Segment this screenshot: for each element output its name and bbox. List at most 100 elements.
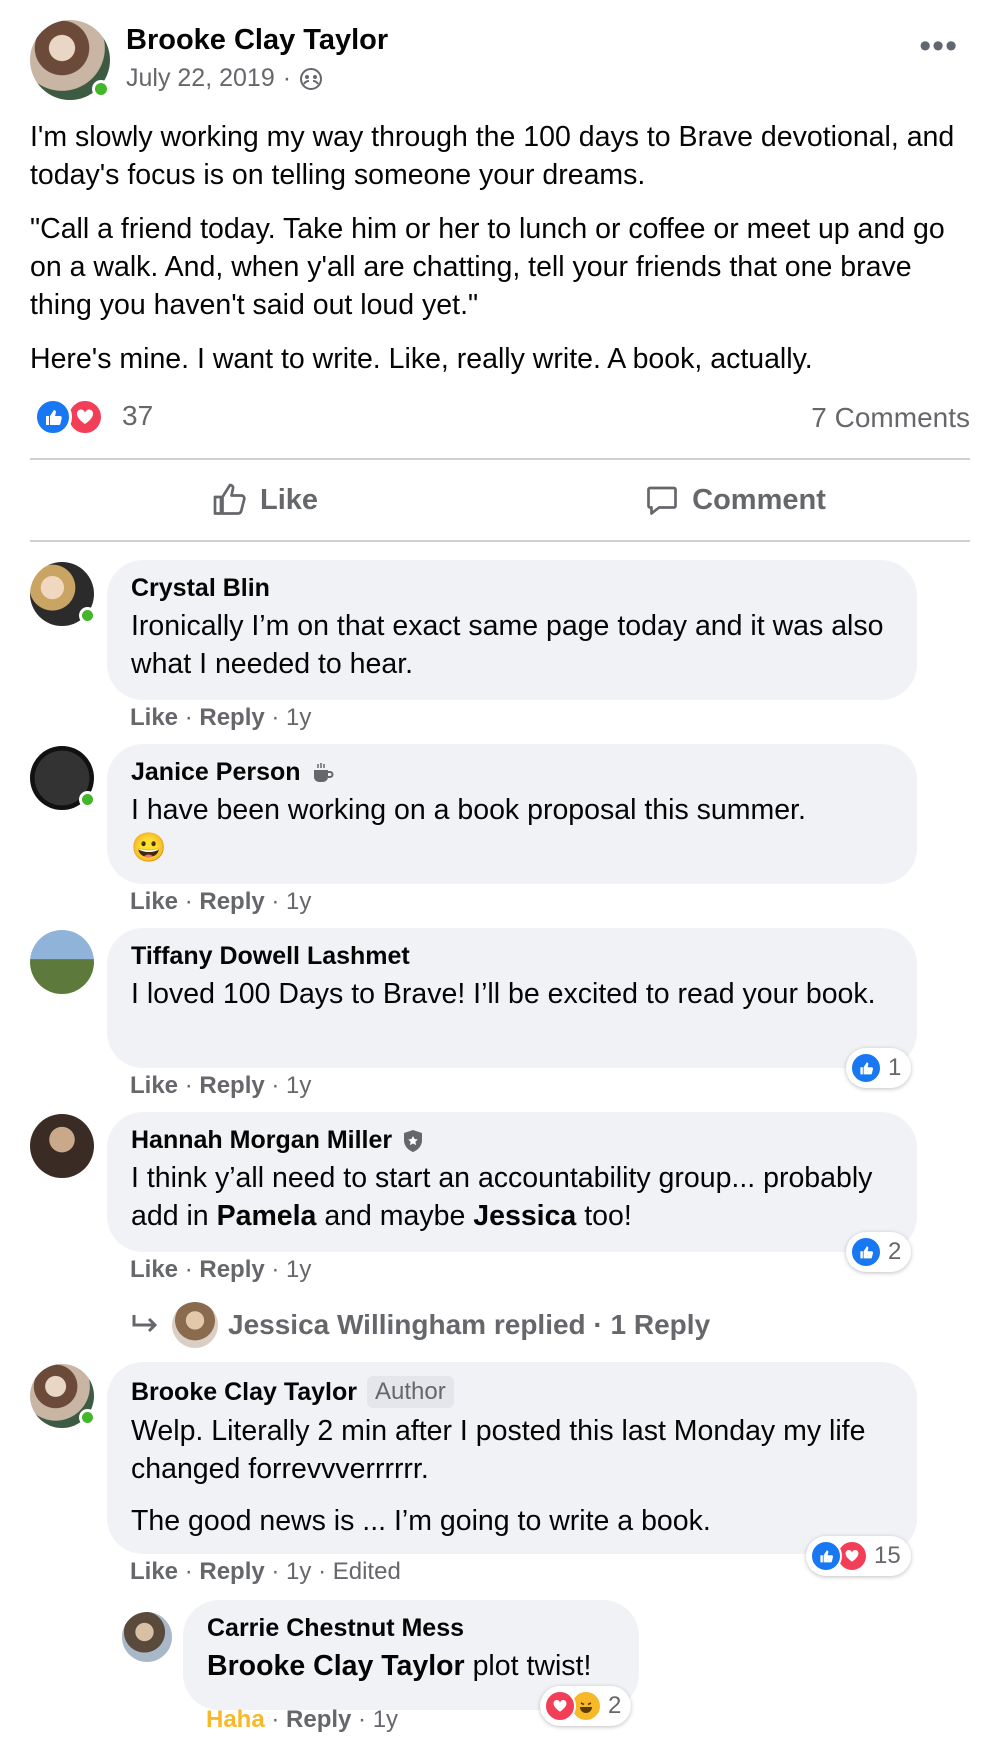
author-avatar[interactable] bbox=[30, 20, 110, 100]
post-date[interactable]: July 22, 2019 bbox=[126, 64, 275, 93]
like-reaction-icon bbox=[850, 1236, 882, 1268]
comment-bubble: Brooke Clay Taylor Author Welp. Literall… bbox=[107, 1362, 917, 1554]
audience-friends-icon[interactable] bbox=[299, 67, 323, 91]
post-paragraph: I'm slowly working my way through the 10… bbox=[30, 121, 955, 191]
view-replies-link[interactable]: Jessica Willingham replied · 1 Reply bbox=[130, 1302, 710, 1348]
comment-time[interactable]: 1y bbox=[286, 888, 311, 915]
avatar[interactable] bbox=[122, 1612, 172, 1662]
comment-reply-link[interactable]: Reply bbox=[199, 888, 264, 915]
commenter-name[interactable]: Janice Person bbox=[131, 758, 893, 787]
commenter-name[interactable]: Brooke Clay Taylor Author bbox=[131, 1376, 893, 1408]
replies-summary: Jessica Willingham replied · 1 Reply bbox=[228, 1309, 711, 1340]
post-meta: July 22, 2019 · bbox=[126, 64, 323, 93]
comment-bubble: Hannah Morgan Miller I think y’all need … bbox=[107, 1112, 917, 1252]
commenter-name[interactable]: Hannah Morgan Miller bbox=[131, 1126, 893, 1155]
avatar[interactable] bbox=[30, 562, 96, 626]
commenter-name[interactable]: Carrie Chestnut Mess bbox=[207, 1614, 615, 1643]
avatar[interactable] bbox=[172, 1302, 218, 1348]
comment-button[interactable]: Comment bbox=[500, 460, 970, 540]
like-reaction-icon bbox=[850, 1052, 882, 1084]
post-body: I'm slowly working my way through the 10… bbox=[30, 118, 970, 394]
comment-reply-link[interactable]: Reply bbox=[199, 1256, 264, 1283]
comment-actions: Like · Reply · 1y bbox=[130, 888, 312, 915]
comment-actions: Like · Reply · 1y bbox=[130, 704, 312, 731]
mention-jessica[interactable]: Jessica bbox=[473, 1200, 576, 1232]
commenter-name[interactable]: Tiffany Dowell Lashmet bbox=[131, 942, 893, 971]
comment-actions: Haha · Reply · 1y bbox=[206, 1706, 399, 1733]
comment-like-link[interactable]: Like bbox=[130, 1072, 178, 1099]
comment-reactions[interactable]: 2 bbox=[846, 1232, 912, 1272]
mention-pamela[interactable]: Pamela bbox=[217, 1200, 317, 1232]
comment-actions: Like · Reply · 1y · Edited bbox=[130, 1558, 401, 1585]
comment-text: I think y’all need to start an accountab… bbox=[131, 1162, 873, 1232]
reaction-icons[interactable] bbox=[34, 398, 104, 436]
comment-bubble: Tiffany Dowell Lashmet I loved 100 Days … bbox=[107, 928, 917, 1068]
thumbs-up-icon bbox=[213, 483, 246, 515]
online-status-icon bbox=[79, 1409, 96, 1426]
comment-text: Welp. Literally 2 min after I posted thi… bbox=[131, 1415, 866, 1485]
edited-label[interactable]: Edited bbox=[333, 1558, 401, 1585]
comment-haha-link[interactable]: Haha bbox=[206, 1706, 265, 1733]
reaction-count: 1 bbox=[888, 1054, 902, 1081]
post-header: Brooke Clay Taylor July 22, 2019 · ••• bbox=[30, 20, 970, 100]
reactions-summary: 37 7 Comments bbox=[30, 396, 970, 440]
comment-text: The good news is ... I’m going to write … bbox=[131, 1505, 711, 1537]
love-reaction-icon bbox=[544, 1690, 576, 1722]
divider bbox=[30, 540, 970, 542]
reaction-count: 15 bbox=[874, 1542, 901, 1569]
reply-arrow-icon bbox=[132, 1315, 158, 1333]
more-options-button[interactable]: ••• bbox=[919, 29, 958, 63]
like-reaction-icon bbox=[810, 1540, 842, 1572]
comment-like-link[interactable]: Like bbox=[130, 704, 178, 731]
comment-actions: Like · Reply · 1y bbox=[130, 1256, 312, 1283]
reaction-count: 2 bbox=[888, 1238, 902, 1265]
meta-separator: · bbox=[282, 64, 292, 92]
post-paragraph: "Call a friend today. Take him or her to… bbox=[30, 213, 945, 321]
comment-time[interactable]: 1y bbox=[286, 1256, 311, 1283]
comment-bubble: Crystal Blin Ironically I’m on that exac… bbox=[107, 560, 917, 700]
comment-like-link[interactable]: Like bbox=[130, 888, 178, 915]
comment-reactions[interactable]: 15 bbox=[806, 1536, 911, 1576]
comment-actions: Like · Reply · 1y bbox=[130, 1072, 312, 1099]
comments-count-link[interactable]: 7 Comments bbox=[811, 402, 970, 434]
comment-text: Brooke Clay Taylor plot twist! bbox=[207, 1650, 592, 1682]
like-button[interactable]: Like bbox=[30, 460, 500, 540]
comment-bubble-icon bbox=[647, 486, 677, 515]
online-status-icon bbox=[79, 791, 96, 808]
like-reaction-icon bbox=[34, 398, 72, 436]
coffee-cup-icon bbox=[313, 762, 333, 782]
comment-button-label: Comment bbox=[692, 483, 826, 516]
comment-reactions[interactable]: 2 bbox=[540, 1686, 632, 1726]
commenter-name[interactable]: Crystal Blin bbox=[131, 574, 893, 603]
avatar[interactable] bbox=[30, 1114, 94, 1178]
comment-time[interactable]: 1y bbox=[286, 1558, 311, 1585]
online-status-icon bbox=[79, 607, 96, 624]
author-badge: Author bbox=[367, 1376, 454, 1408]
reaction-count[interactable]: 37 bbox=[122, 400, 153, 432]
comment-reply-link[interactable]: Reply bbox=[199, 704, 264, 731]
avatar[interactable] bbox=[30, 746, 96, 810]
post-author-name[interactable]: Brooke Clay Taylor bbox=[126, 24, 388, 57]
online-status-icon bbox=[92, 80, 110, 98]
comment-text: I loved 100 Days to Brave! I’ll be excit… bbox=[131, 978, 876, 1010]
comment-time[interactable]: 1y bbox=[373, 1706, 398, 1733]
avatar[interactable] bbox=[30, 1364, 96, 1428]
avatar[interactable] bbox=[30, 930, 94, 994]
comment-reply-link[interactable]: Reply bbox=[199, 1072, 264, 1099]
like-button-label: Like bbox=[259, 483, 319, 516]
admin-shield-icon bbox=[404, 1129, 423, 1152]
comment-reply-link[interactable]: Reply bbox=[199, 1558, 264, 1585]
grinning-face-emoji: 😀 bbox=[131, 832, 167, 864]
comment-bubble: Janice Person I have been working on a b… bbox=[107, 744, 917, 884]
comment-reactions[interactable]: 1 bbox=[846, 1048, 912, 1088]
post-action-row: Like Comment bbox=[30, 460, 970, 540]
comment-time[interactable]: 1y bbox=[286, 704, 311, 731]
comment-text: Ironically I’m on that exact same page t… bbox=[131, 610, 884, 680]
comment-like-link[interactable]: Like bbox=[130, 1558, 178, 1585]
comment-reply-link[interactable]: Reply bbox=[286, 1706, 351, 1733]
mention-brooke[interactable]: Brooke Clay Taylor bbox=[207, 1650, 465, 1682]
comment-text: I have been working on a book proposal t… bbox=[131, 794, 806, 864]
comment-time[interactable]: 1y bbox=[286, 1072, 311, 1099]
post-paragraph: Here's mine. I want to write. Like, real… bbox=[30, 343, 813, 375]
comment-like-link[interactable]: Like bbox=[130, 1256, 178, 1283]
